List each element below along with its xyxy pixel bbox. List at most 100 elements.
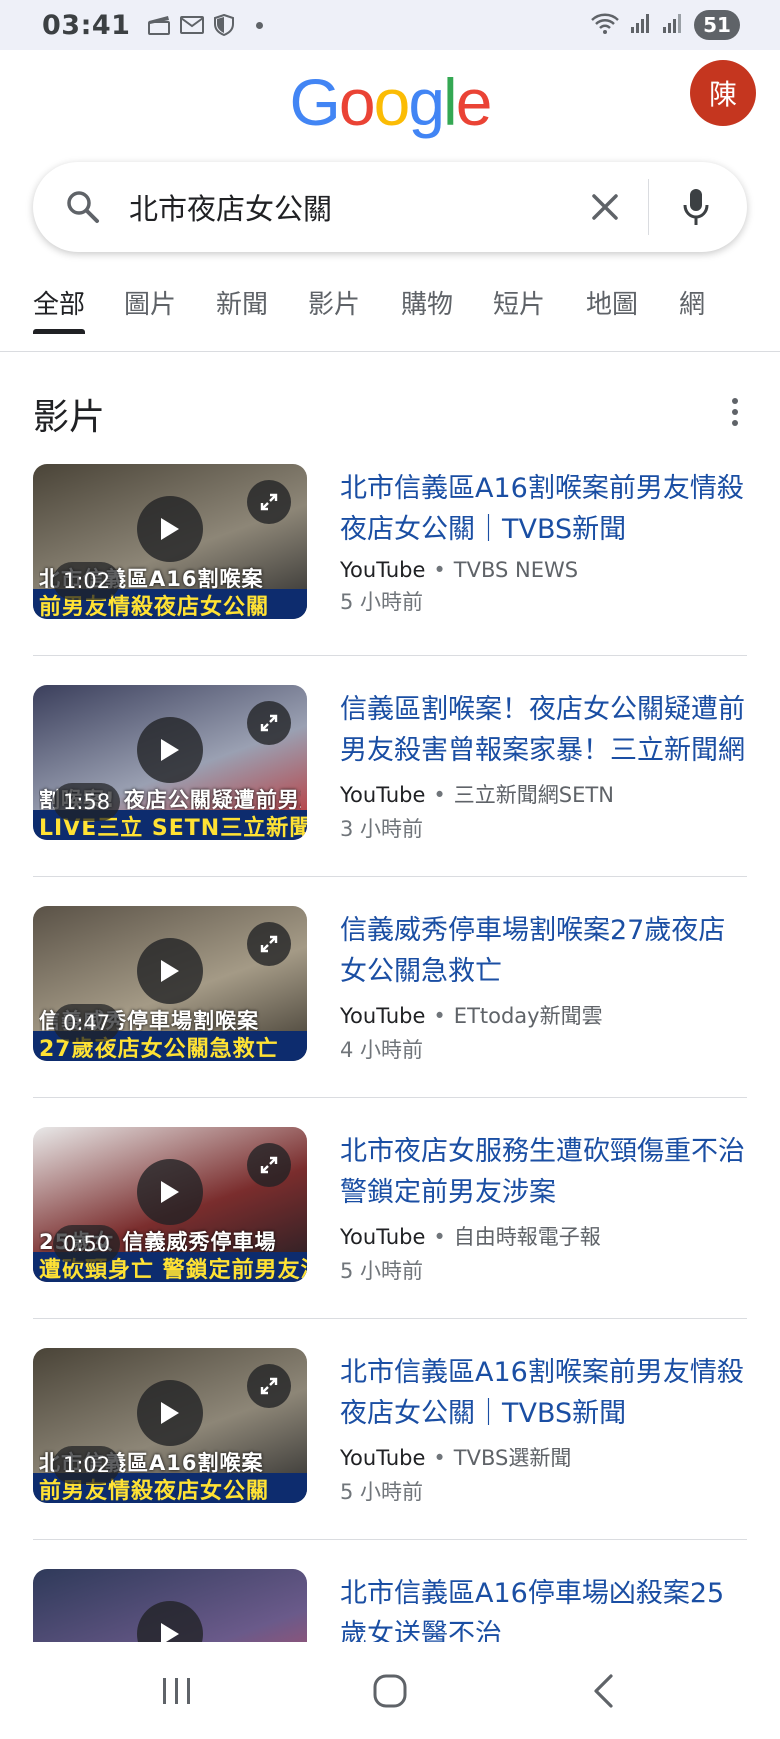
- result-divider: [33, 655, 747, 656]
- notification-dot: [256, 21, 264, 29]
- mail-icon: [180, 16, 205, 34]
- recent-apps-icon[interactable]: [137, 1661, 217, 1721]
- logo-letter: e: [455, 65, 493, 139]
- meta-separator: •: [433, 558, 446, 582]
- result-text: 信義威秀停車場割喉案27歲夜店女公關急救亡 YouTube • ETtoday新聞雲 4…: [340, 910, 750, 1064]
- logo-letter: l: [443, 65, 458, 139]
- video-thumbnail[interactable]: 北市信義區A16割喉案 前男友情殺夜店女公關 1:02: [33, 464, 307, 619]
- video-result[interactable]: 25歲女 信義威秀停車場遭砍頸身亡 警鎖定前男友涉案0:50 北市夜店女服務生遭砍…: [33, 1127, 747, 1347]
- tab-4[interactable]: 購物: [401, 268, 453, 351]
- video-result[interactable]: 北市信義區A16停車場凶殺案25歲女送醫不治YouTube: [33, 1569, 747, 1642]
- video-result[interactable]: 割喉案! 夜店公關疑遭前男友殺害LIVE三立 SETN三立新聞網1:58信義區割…: [33, 685, 747, 905]
- result-title[interactable]: 北市信義區A16割喉案前男友情殺夜店女公關｜TVBS新聞: [340, 1352, 750, 1434]
- result-text: 北市信義區A16割喉案前男友情殺夜店女公關｜TVBS新聞 YouTube • TVBS…: [340, 468, 750, 616]
- clear-icon[interactable]: [580, 182, 630, 232]
- video-thumbnail[interactable]: 25歲女 信義威秀停車場遭砍頸身亡 警鎖定前男友涉案0:50: [33, 1127, 307, 1282]
- microphone-icon[interactable]: [671, 182, 721, 232]
- result-source: YouTube: [340, 1004, 426, 1028]
- result-meta: YouTube • 自由時報電子報: [340, 1221, 750, 1251]
- system-navigation-bar: [0, 1642, 780, 1739]
- result-time: 5 小時前: [340, 1259, 424, 1283]
- play-icon[interactable]: [137, 938, 203, 1004]
- result-channel: 自由時報電子報: [453, 1225, 601, 1249]
- duration-badge: 0:50: [53, 1225, 121, 1263]
- tab-3[interactable]: 影片: [308, 268, 360, 351]
- result-title[interactable]: 信義區割喉案！夜店女公關疑遭前男友殺害曾報案家暴！三立新聞網: [340, 689, 750, 771]
- result-text: 北市信義區A16割喉案前男友情殺夜店女公關｜TVBS新聞 YouTube • TVBS…: [340, 1352, 750, 1506]
- result-time: 5 小時前: [340, 1480, 424, 1504]
- duration-badge: 1:02: [53, 1446, 121, 1484]
- result-channel: ETtoday新聞雲: [453, 1004, 603, 1028]
- result-title[interactable]: 信義威秀停車場割喉案27歲夜店女公關急救亡: [340, 910, 750, 992]
- logo-letter: G: [289, 65, 341, 139]
- video-thumbnail[interactable]: [33, 1569, 307, 1642]
- play-icon[interactable]: [137, 1380, 203, 1446]
- status-bar: 03:41 51: [0, 0, 780, 50]
- result-divider: [33, 1539, 747, 1540]
- logo-letter: o: [338, 65, 376, 139]
- result-channel: 三立新聞網SETN: [453, 783, 614, 807]
- result-title[interactable]: 北市信義區A16停車場凶殺案25歲女送醫不治: [340, 1573, 750, 1642]
- video-thumbnail[interactable]: 割喉案! 夜店公關疑遭前男友殺害LIVE三立 SETN三立新聞網1:58: [33, 685, 307, 840]
- result-channel: TVBS選新聞: [453, 1446, 572, 1470]
- video-results-list: 北市信義區A16割喉案 前男友情殺夜店女公關 1:02 北市信義區A16割喉案前男友情…: [0, 464, 780, 1642]
- result-title[interactable]: 北市夜店女服務生遭砍頸傷重不治警鎖定前男友涉案: [340, 1131, 750, 1213]
- tab-0[interactable]: 全部: [33, 268, 86, 351]
- tab-7[interactable]: 網: [679, 268, 705, 351]
- result-divider: [33, 876, 747, 877]
- expand-icon[interactable]: [247, 1143, 291, 1187]
- result-source: YouTube: [340, 1446, 426, 1470]
- meta-separator: •: [433, 1225, 446, 1249]
- tab-2[interactable]: 新聞: [216, 268, 268, 351]
- expand-icon[interactable]: [247, 1364, 291, 1408]
- result-divider: [33, 1318, 747, 1319]
- meta-separator: •: [433, 1004, 446, 1028]
- video-result[interactable]: 信義威秀停車場割喉案 27歲夜店女公關急救亡 0:47 信義威秀停車場割喉案27歲夜店…: [33, 906, 747, 1126]
- more-options-icon[interactable]: [720, 392, 750, 432]
- status-system-icons: 51: [590, 10, 740, 40]
- section-title: 影片: [33, 397, 106, 438]
- search-input[interactable]: [129, 190, 580, 224]
- duration-badge: 1:58: [53, 783, 121, 821]
- expand-icon[interactable]: [247, 701, 291, 745]
- result-title[interactable]: 北市信義區A16割喉案前男友情殺夜店女公關｜TVBS新聞: [340, 468, 750, 550]
- result-source: YouTube: [340, 783, 426, 807]
- video-result[interactable]: 北市信義區A16割喉案 前男友情殺夜店女公關 1:02 北市信義區A16割喉案前男友情…: [33, 1348, 747, 1568]
- clapperboard-icon: [148, 15, 171, 35]
- back-icon[interactable]: [563, 1661, 643, 1721]
- duration-badge: 0:47: [53, 1004, 121, 1042]
- tab-1[interactable]: 圖片: [124, 268, 176, 351]
- tab-6[interactable]: 地圖: [586, 268, 638, 351]
- tab-5[interactable]: 短片: [493, 268, 545, 351]
- play-icon[interactable]: [137, 1159, 203, 1225]
- expand-icon[interactable]: [247, 480, 291, 524]
- home-icon[interactable]: [350, 1661, 430, 1721]
- result-source: YouTube: [340, 1225, 426, 1249]
- search-divider: [648, 179, 649, 235]
- result-time: 3 小時前: [340, 817, 424, 841]
- google-logo[interactable]: Google: [0, 66, 780, 138]
- result-meta: YouTube • ETtoday新聞雲: [340, 1000, 750, 1030]
- result-source: YouTube: [340, 558, 426, 582]
- search-box[interactable]: [33, 162, 747, 252]
- result-meta: YouTube • TVBS選新聞: [340, 1442, 750, 1472]
- shield-icon: [214, 14, 235, 36]
- search-icon[interactable]: [63, 187, 103, 227]
- signal-icon: [662, 12, 684, 38]
- meta-separator: •: [433, 783, 446, 807]
- video-thumbnail[interactable]: 信義威秀停車場割喉案 27歲夜店女公關急救亡 0:47: [33, 906, 307, 1061]
- expand-icon[interactable]: [247, 922, 291, 966]
- result-text: 信義區割喉案！夜店女公關疑遭前男友殺害曾報案家暴！三立新聞網 YouTube • 三立…: [340, 689, 750, 843]
- duration-badge: 1:02: [53, 562, 121, 600]
- battery-indicator: 51: [694, 10, 740, 40]
- result-meta: YouTube • TVBS NEWS: [340, 558, 750, 582]
- video-result[interactable]: 北市信義區A16割喉案 前男友情殺夜店女公關 1:02 北市信義區A16割喉案前男友情…: [33, 464, 747, 684]
- avatar[interactable]: 陳: [690, 60, 756, 126]
- play-icon[interactable]: [137, 717, 203, 783]
- video-thumbnail[interactable]: 北市信義區A16割喉案 前男友情殺夜店女公關 1:02: [33, 1348, 307, 1503]
- play-icon[interactable]: [137, 496, 203, 562]
- status-time: 03:41: [42, 9, 131, 41]
- result-text: 北市信義區A16停車場凶殺案25歲女送醫不治YouTube: [340, 1573, 750, 1642]
- result-channel: TVBS NEWS: [453, 558, 579, 582]
- wifi-icon: [590, 11, 620, 39]
